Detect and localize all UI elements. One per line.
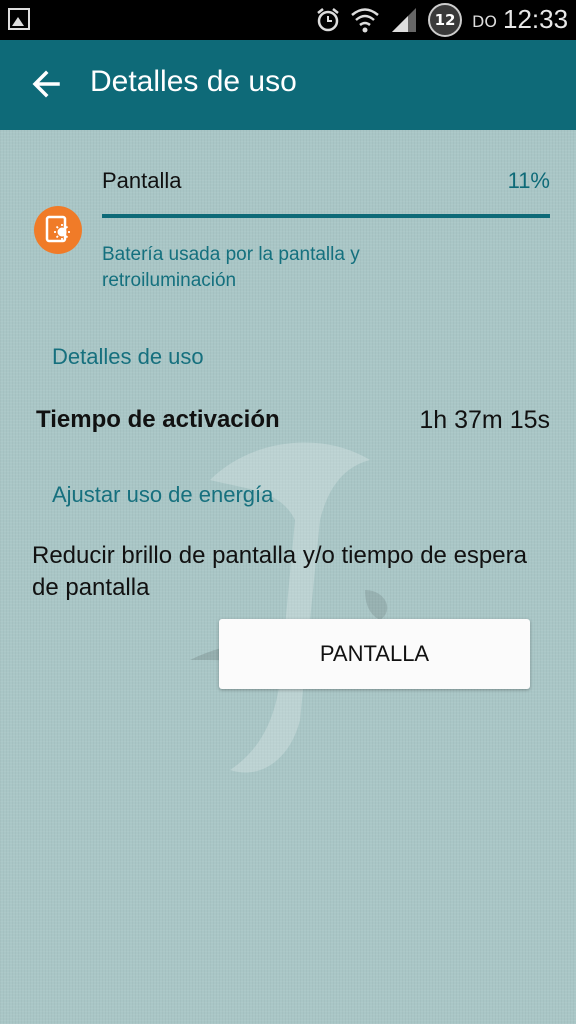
usage-item-percent: 11% (507, 168, 550, 193)
active-time-label: Tiempo de activación (36, 406, 280, 433)
app-bar: Detalles de uso (0, 40, 576, 130)
status-time: 12:33 (503, 4, 569, 34)
wifi-icon (351, 8, 379, 33)
page-title: Detalles de uso (90, 65, 297, 98)
usage-progress-bar (102, 214, 550, 218)
status-bar: 12 DO 12:33 (0, 0, 576, 40)
screen-settings-button[interactable]: PANTALLA (219, 619, 530, 689)
notification-count-badge: 12 (428, 3, 462, 37)
signal-icon (392, 8, 416, 32)
wallpaper-watermark (190, 442, 388, 773)
arrow-back-icon[interactable] (28, 64, 64, 104)
status-day: DO (472, 12, 497, 31)
gallery-icon (8, 8, 30, 30)
screen-brightness-icon (34, 206, 82, 254)
section-header-adjust-power: Ajustar uso de energía (52, 482, 274, 507)
power-tip-text: Reducir brillo de pantalla y/o tiempo de… (32, 542, 527, 601)
usage-item-title: Pantalla (102, 168, 182, 193)
usage-progress-fill (102, 214, 550, 218)
alarm-icon (317, 8, 339, 32)
usage-item-description: Batería usada por la pantalla y retroilu… (102, 244, 360, 291)
active-time-value: 1h 37m 15s (419, 406, 550, 434)
section-header-usage-details: Detalles de uso (52, 344, 204, 369)
